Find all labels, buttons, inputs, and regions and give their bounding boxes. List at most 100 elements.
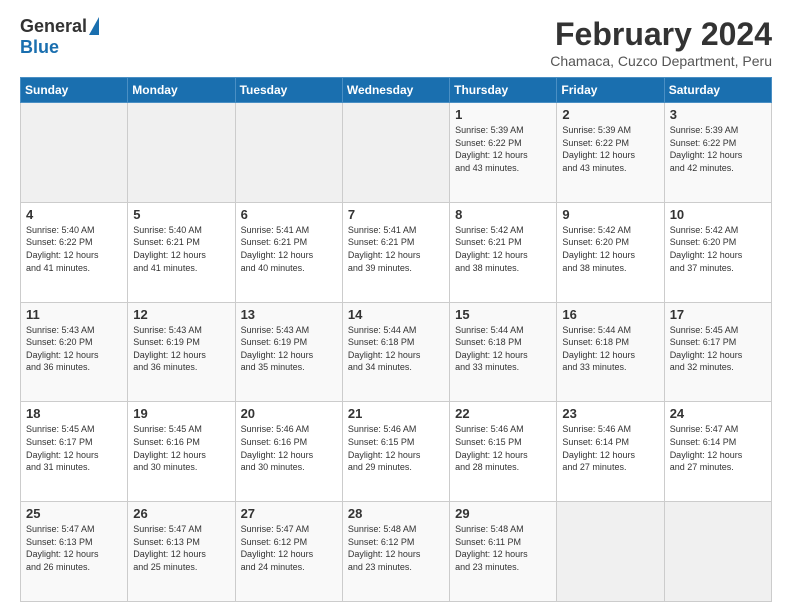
day-info: Sunrise: 5:46 AM Sunset: 6:15 PM Dayligh… xyxy=(455,423,551,473)
day-number: 28 xyxy=(348,506,444,521)
header-day-monday: Monday xyxy=(128,78,235,103)
calendar-cell xyxy=(557,502,664,602)
day-number: 21 xyxy=(348,406,444,421)
calendar-cell: 10 Sunrise: 5:42 AM Sunset: 6:20 PM Dayli… xyxy=(664,202,771,302)
day-number: 1 xyxy=(455,107,551,122)
day-info: Sunrise: 5:47 AM Sunset: 6:13 PM Dayligh… xyxy=(26,523,122,573)
calendar-body: 1 Sunrise: 5:39 AM Sunset: 6:22 PM Daylig… xyxy=(21,103,772,602)
calendar-header: SundayMondayTuesdayWednesdayThursdayFrid… xyxy=(21,78,772,103)
calendar-cell: 27 Sunrise: 5:47 AM Sunset: 6:12 PM Dayli… xyxy=(235,502,342,602)
header: General Blue February 2024 Chamaca, Cuzc… xyxy=(20,16,772,69)
calendar-cell: 14 Sunrise: 5:44 AM Sunset: 6:18 PM Dayli… xyxy=(342,302,449,402)
logo-triangle-icon xyxy=(89,17,99,35)
calendar-cell: 18 Sunrise: 5:45 AM Sunset: 6:17 PM Dayli… xyxy=(21,402,128,502)
day-number: 11 xyxy=(26,307,122,322)
calendar-cell: 28 Sunrise: 5:48 AM Sunset: 6:12 PM Dayli… xyxy=(342,502,449,602)
day-number: 5 xyxy=(133,207,229,222)
day-info: Sunrise: 5:45 AM Sunset: 6:16 PM Dayligh… xyxy=(133,423,229,473)
day-info: Sunrise: 5:42 AM Sunset: 6:21 PM Dayligh… xyxy=(455,224,551,274)
header-day-friday: Friday xyxy=(557,78,664,103)
calendar-cell: 13 Sunrise: 5:43 AM Sunset: 6:19 PM Dayli… xyxy=(235,302,342,402)
calendar-week-3: 18 Sunrise: 5:45 AM Sunset: 6:17 PM Dayli… xyxy=(21,402,772,502)
day-number: 15 xyxy=(455,307,551,322)
day-info: Sunrise: 5:48 AM Sunset: 6:11 PM Dayligh… xyxy=(455,523,551,573)
day-number: 20 xyxy=(241,406,337,421)
calendar-week-4: 25Sunrise: 5:47 AM Sunset: 6:13 PM Dayli… xyxy=(21,502,772,602)
header-day-sunday: Sunday xyxy=(21,78,128,103)
calendar-cell: 8 Sunrise: 5:42 AM Sunset: 6:21 PM Daylig… xyxy=(450,202,557,302)
calendar-cell: 12Sunrise: 5:43 AM Sunset: 6:19 PM Dayli… xyxy=(128,302,235,402)
header-day-wednesday: Wednesday xyxy=(342,78,449,103)
day-info: Sunrise: 5:39 AM Sunset: 6:22 PM Dayligh… xyxy=(562,124,658,174)
calendar-cell: 11Sunrise: 5:43 AM Sunset: 6:20 PM Dayli… xyxy=(21,302,128,402)
day-info: Sunrise: 5:47 AM Sunset: 6:14 PM Dayligh… xyxy=(670,423,766,473)
calendar-cell xyxy=(342,103,449,203)
calendar-cell: 16Sunrise: 5:44 AM Sunset: 6:18 PM Dayli… xyxy=(557,302,664,402)
page: General Blue February 2024 Chamaca, Cuzc… xyxy=(0,0,792,612)
header-row: SundayMondayTuesdayWednesdayThursdayFrid… xyxy=(21,78,772,103)
day-number: 16 xyxy=(562,307,658,322)
calendar-cell: 2 Sunrise: 5:39 AM Sunset: 6:22 PM Daylig… xyxy=(557,103,664,203)
day-number: 18 xyxy=(26,406,122,421)
day-info: Sunrise: 5:39 AM Sunset: 6:22 PM Dayligh… xyxy=(670,124,766,174)
calendar-cell xyxy=(235,103,342,203)
day-info: Sunrise: 5:39 AM Sunset: 6:22 PM Dayligh… xyxy=(455,124,551,174)
header-day-tuesday: Tuesday xyxy=(235,78,342,103)
day-info: Sunrise: 5:41 AM Sunset: 6:21 PM Dayligh… xyxy=(241,224,337,274)
day-number: 6 xyxy=(241,207,337,222)
day-info: Sunrise: 5:47 AM Sunset: 6:13 PM Dayligh… xyxy=(133,523,229,573)
calendar-cell: 15 Sunrise: 5:44 AM Sunset: 6:18 PM Dayli… xyxy=(450,302,557,402)
calendar-cell: 21 Sunrise: 5:46 AM Sunset: 6:15 PM Dayli… xyxy=(342,402,449,502)
calendar-cell: 7 Sunrise: 5:41 AM Sunset: 6:21 PM Daylig… xyxy=(342,202,449,302)
day-info: Sunrise: 5:47 AM Sunset: 6:12 PM Dayligh… xyxy=(241,523,337,573)
day-info: Sunrise: 5:42 AM Sunset: 6:20 PM Dayligh… xyxy=(670,224,766,274)
day-number: 2 xyxy=(562,107,658,122)
day-number: 8 xyxy=(455,207,551,222)
calendar-cell: 4Sunrise: 5:40 AM Sunset: 6:22 PM Daylig… xyxy=(21,202,128,302)
calendar-cell: 19 Sunrise: 5:45 AM Sunset: 6:16 PM Dayli… xyxy=(128,402,235,502)
day-number: 27 xyxy=(241,506,337,521)
day-number: 7 xyxy=(348,207,444,222)
calendar-cell xyxy=(128,103,235,203)
day-info: Sunrise: 5:48 AM Sunset: 6:12 PM Dayligh… xyxy=(348,523,444,573)
day-info: Sunrise: 5:45 AM Sunset: 6:17 PM Dayligh… xyxy=(26,423,122,473)
day-info: Sunrise: 5:46 AM Sunset: 6:14 PM Dayligh… xyxy=(562,423,658,473)
calendar-cell: 5 Sunrise: 5:40 AM Sunset: 6:21 PM Daylig… xyxy=(128,202,235,302)
day-info: Sunrise: 5:42 AM Sunset: 6:20 PM Dayligh… xyxy=(562,224,658,274)
logo: General Blue xyxy=(20,16,99,58)
day-number: 19 xyxy=(133,406,229,421)
day-number: 22 xyxy=(455,406,551,421)
day-number: 26 xyxy=(133,506,229,521)
logo-blue-text: Blue xyxy=(20,37,59,58)
day-info: Sunrise: 5:43 AM Sunset: 6:19 PM Dayligh… xyxy=(241,324,337,374)
calendar-cell: 24 Sunrise: 5:47 AM Sunset: 6:14 PM Dayli… xyxy=(664,402,771,502)
calendar-table: SundayMondayTuesdayWednesdayThursdayFrid… xyxy=(20,77,772,602)
day-number: 4 xyxy=(26,207,122,222)
logo-general-text: General xyxy=(20,16,87,37)
day-number: 12 xyxy=(133,307,229,322)
day-number: 24 xyxy=(670,406,766,421)
day-number: 3 xyxy=(670,107,766,122)
day-info: Sunrise: 5:40 AM Sunset: 6:21 PM Dayligh… xyxy=(133,224,229,274)
day-number: 9 xyxy=(562,207,658,222)
calendar-cell: 9 Sunrise: 5:42 AM Sunset: 6:20 PM Daylig… xyxy=(557,202,664,302)
calendar-cell: 25Sunrise: 5:47 AM Sunset: 6:13 PM Dayli… xyxy=(21,502,128,602)
header-day-thursday: Thursday xyxy=(450,78,557,103)
calendar-cell: 26 Sunrise: 5:47 AM Sunset: 6:13 PM Dayli… xyxy=(128,502,235,602)
day-info: Sunrise: 5:46 AM Sunset: 6:16 PM Dayligh… xyxy=(241,423,337,473)
calendar-cell: 29Sunrise: 5:48 AM Sunset: 6:11 PM Dayli… xyxy=(450,502,557,602)
day-info: Sunrise: 5:44 AM Sunset: 6:18 PM Dayligh… xyxy=(455,324,551,374)
calendar-cell xyxy=(664,502,771,602)
day-info: Sunrise: 5:46 AM Sunset: 6:15 PM Dayligh… xyxy=(348,423,444,473)
calendar-week-0: 1 Sunrise: 5:39 AM Sunset: 6:22 PM Daylig… xyxy=(21,103,772,203)
calendar-cell: 23Sunrise: 5:46 AM Sunset: 6:14 PM Dayli… xyxy=(557,402,664,502)
day-number: 10 xyxy=(670,207,766,222)
main-title: February 2024 xyxy=(550,16,772,53)
calendar-week-2: 11Sunrise: 5:43 AM Sunset: 6:20 PM Dayli… xyxy=(21,302,772,402)
day-number: 13 xyxy=(241,307,337,322)
day-info: Sunrise: 5:44 AM Sunset: 6:18 PM Dayligh… xyxy=(348,324,444,374)
day-number: 14 xyxy=(348,307,444,322)
calendar-cell: 22 Sunrise: 5:46 AM Sunset: 6:15 PM Dayli… xyxy=(450,402,557,502)
title-area: February 2024 Chamaca, Cuzco Department,… xyxy=(550,16,772,69)
day-info: Sunrise: 5:41 AM Sunset: 6:21 PM Dayligh… xyxy=(348,224,444,274)
